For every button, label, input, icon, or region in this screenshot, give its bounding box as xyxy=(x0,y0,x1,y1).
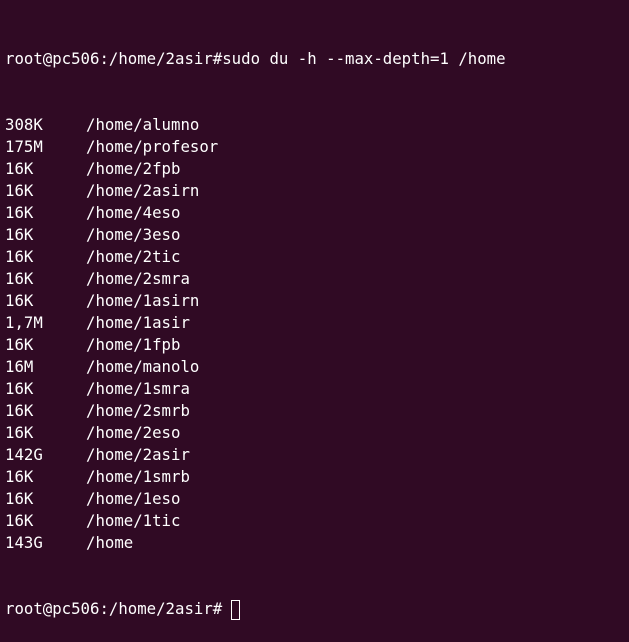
output-row: 16K/home/4eso xyxy=(5,202,629,224)
output-row: 16K/home/2asirn xyxy=(5,180,629,202)
directory-path: /home/2asirn xyxy=(86,181,200,200)
output-row: 16K/home/1asirn xyxy=(5,290,629,312)
directory-path: /home/alumno xyxy=(86,115,200,134)
directory-path: /home/1asir xyxy=(86,313,190,332)
output-row: 16K/home/3eso xyxy=(5,224,629,246)
disk-usage-size: 16K xyxy=(5,203,34,222)
directory-path: /home/1asirn xyxy=(86,291,200,310)
disk-usage-size: 16K xyxy=(5,269,34,288)
directory-path: /home/2tic xyxy=(86,247,181,266)
output-row: 16K/home/1eso xyxy=(5,488,629,510)
directory-path: /home/1smra xyxy=(86,379,190,398)
input-line[interactable]: root@pc506:/home/2asir# xyxy=(5,598,629,620)
disk-usage-size: 16K xyxy=(5,335,34,354)
command-output: 308K/home/alumno 175M/home/profesor 16K/ho… xyxy=(5,114,629,554)
directory-path: /home/1eso xyxy=(86,489,181,508)
output-row: 16K/home/2smra xyxy=(5,268,629,290)
shell-prompt: root@pc506:/home/2asir# xyxy=(5,49,223,68)
directory-path: /home/2asir xyxy=(86,445,190,464)
disk-usage-size: 16K xyxy=(5,379,34,398)
disk-usage-size: 16K xyxy=(5,225,34,244)
disk-usage-size: 143G xyxy=(5,533,43,552)
directory-path: /home/3eso xyxy=(86,225,181,244)
command-line: root@pc506:/home/2asir# sudo du -h --max… xyxy=(5,48,629,70)
output-row: 16K/home/2smrb xyxy=(5,400,629,422)
disk-usage-size: 16K xyxy=(5,489,34,508)
output-row: 16K/home/1tic xyxy=(5,510,629,532)
directory-path: /home/manolo xyxy=(86,357,200,376)
directory-path: /home xyxy=(86,533,134,552)
output-row: 175M/home/profesor xyxy=(5,136,629,158)
directory-path: /home/2eso xyxy=(86,423,181,442)
disk-usage-size: 16K xyxy=(5,181,34,200)
directory-path: /home/1fpb xyxy=(86,335,181,354)
output-row: 16K/home/1fpb xyxy=(5,334,629,356)
directory-path: /home/2fpb xyxy=(86,159,181,178)
output-row: 143G/home xyxy=(5,532,629,554)
terminal-window[interactable]: root@pc506:/home/2asir# sudo du -h --max… xyxy=(0,0,629,620)
directory-path: /home/1smrb xyxy=(86,467,190,486)
directory-path: /home/2smrb xyxy=(86,401,190,420)
output-row: 1,7M/home/1asir xyxy=(5,312,629,334)
output-row: 308K/home/alumno xyxy=(5,114,629,136)
disk-usage-size: 175M xyxy=(5,137,43,156)
disk-usage-size: 16K xyxy=(5,247,34,266)
disk-usage-size: 16M xyxy=(5,357,34,376)
disk-usage-size: 16K xyxy=(5,401,34,420)
disk-usage-size: 142G xyxy=(5,445,43,464)
output-row: 142G/home/2asir xyxy=(5,444,629,466)
disk-usage-size: 1,7M xyxy=(5,313,43,332)
directory-path: /home/profesor xyxy=(86,137,219,156)
output-row: 16M/home/manolo xyxy=(5,356,629,378)
disk-usage-size: 16K xyxy=(5,423,34,442)
output-row: 16K/home/2tic xyxy=(5,246,629,268)
disk-usage-size: 16K xyxy=(5,467,34,486)
command-text: sudo du -h --max-depth=1 /home xyxy=(222,49,506,68)
output-row: 16K/home/1smra xyxy=(5,378,629,400)
output-row: 16K/home/2eso xyxy=(5,422,629,444)
text-cursor xyxy=(231,600,241,620)
disk-usage-size: 308K xyxy=(5,115,43,134)
disk-usage-size: 16K xyxy=(5,291,34,310)
output-row: 16K/home/2fpb xyxy=(5,158,629,180)
disk-usage-size: 16K xyxy=(5,511,34,530)
disk-usage-size: 16K xyxy=(5,159,34,178)
output-row: 16K/home/1smrb xyxy=(5,466,629,488)
directory-path: /home/4eso xyxy=(86,203,181,222)
directory-path: /home/1tic xyxy=(86,511,181,530)
shell-prompt-final: root@pc506:/home/2asir# xyxy=(5,599,223,618)
directory-path: /home/2smra xyxy=(86,269,190,288)
